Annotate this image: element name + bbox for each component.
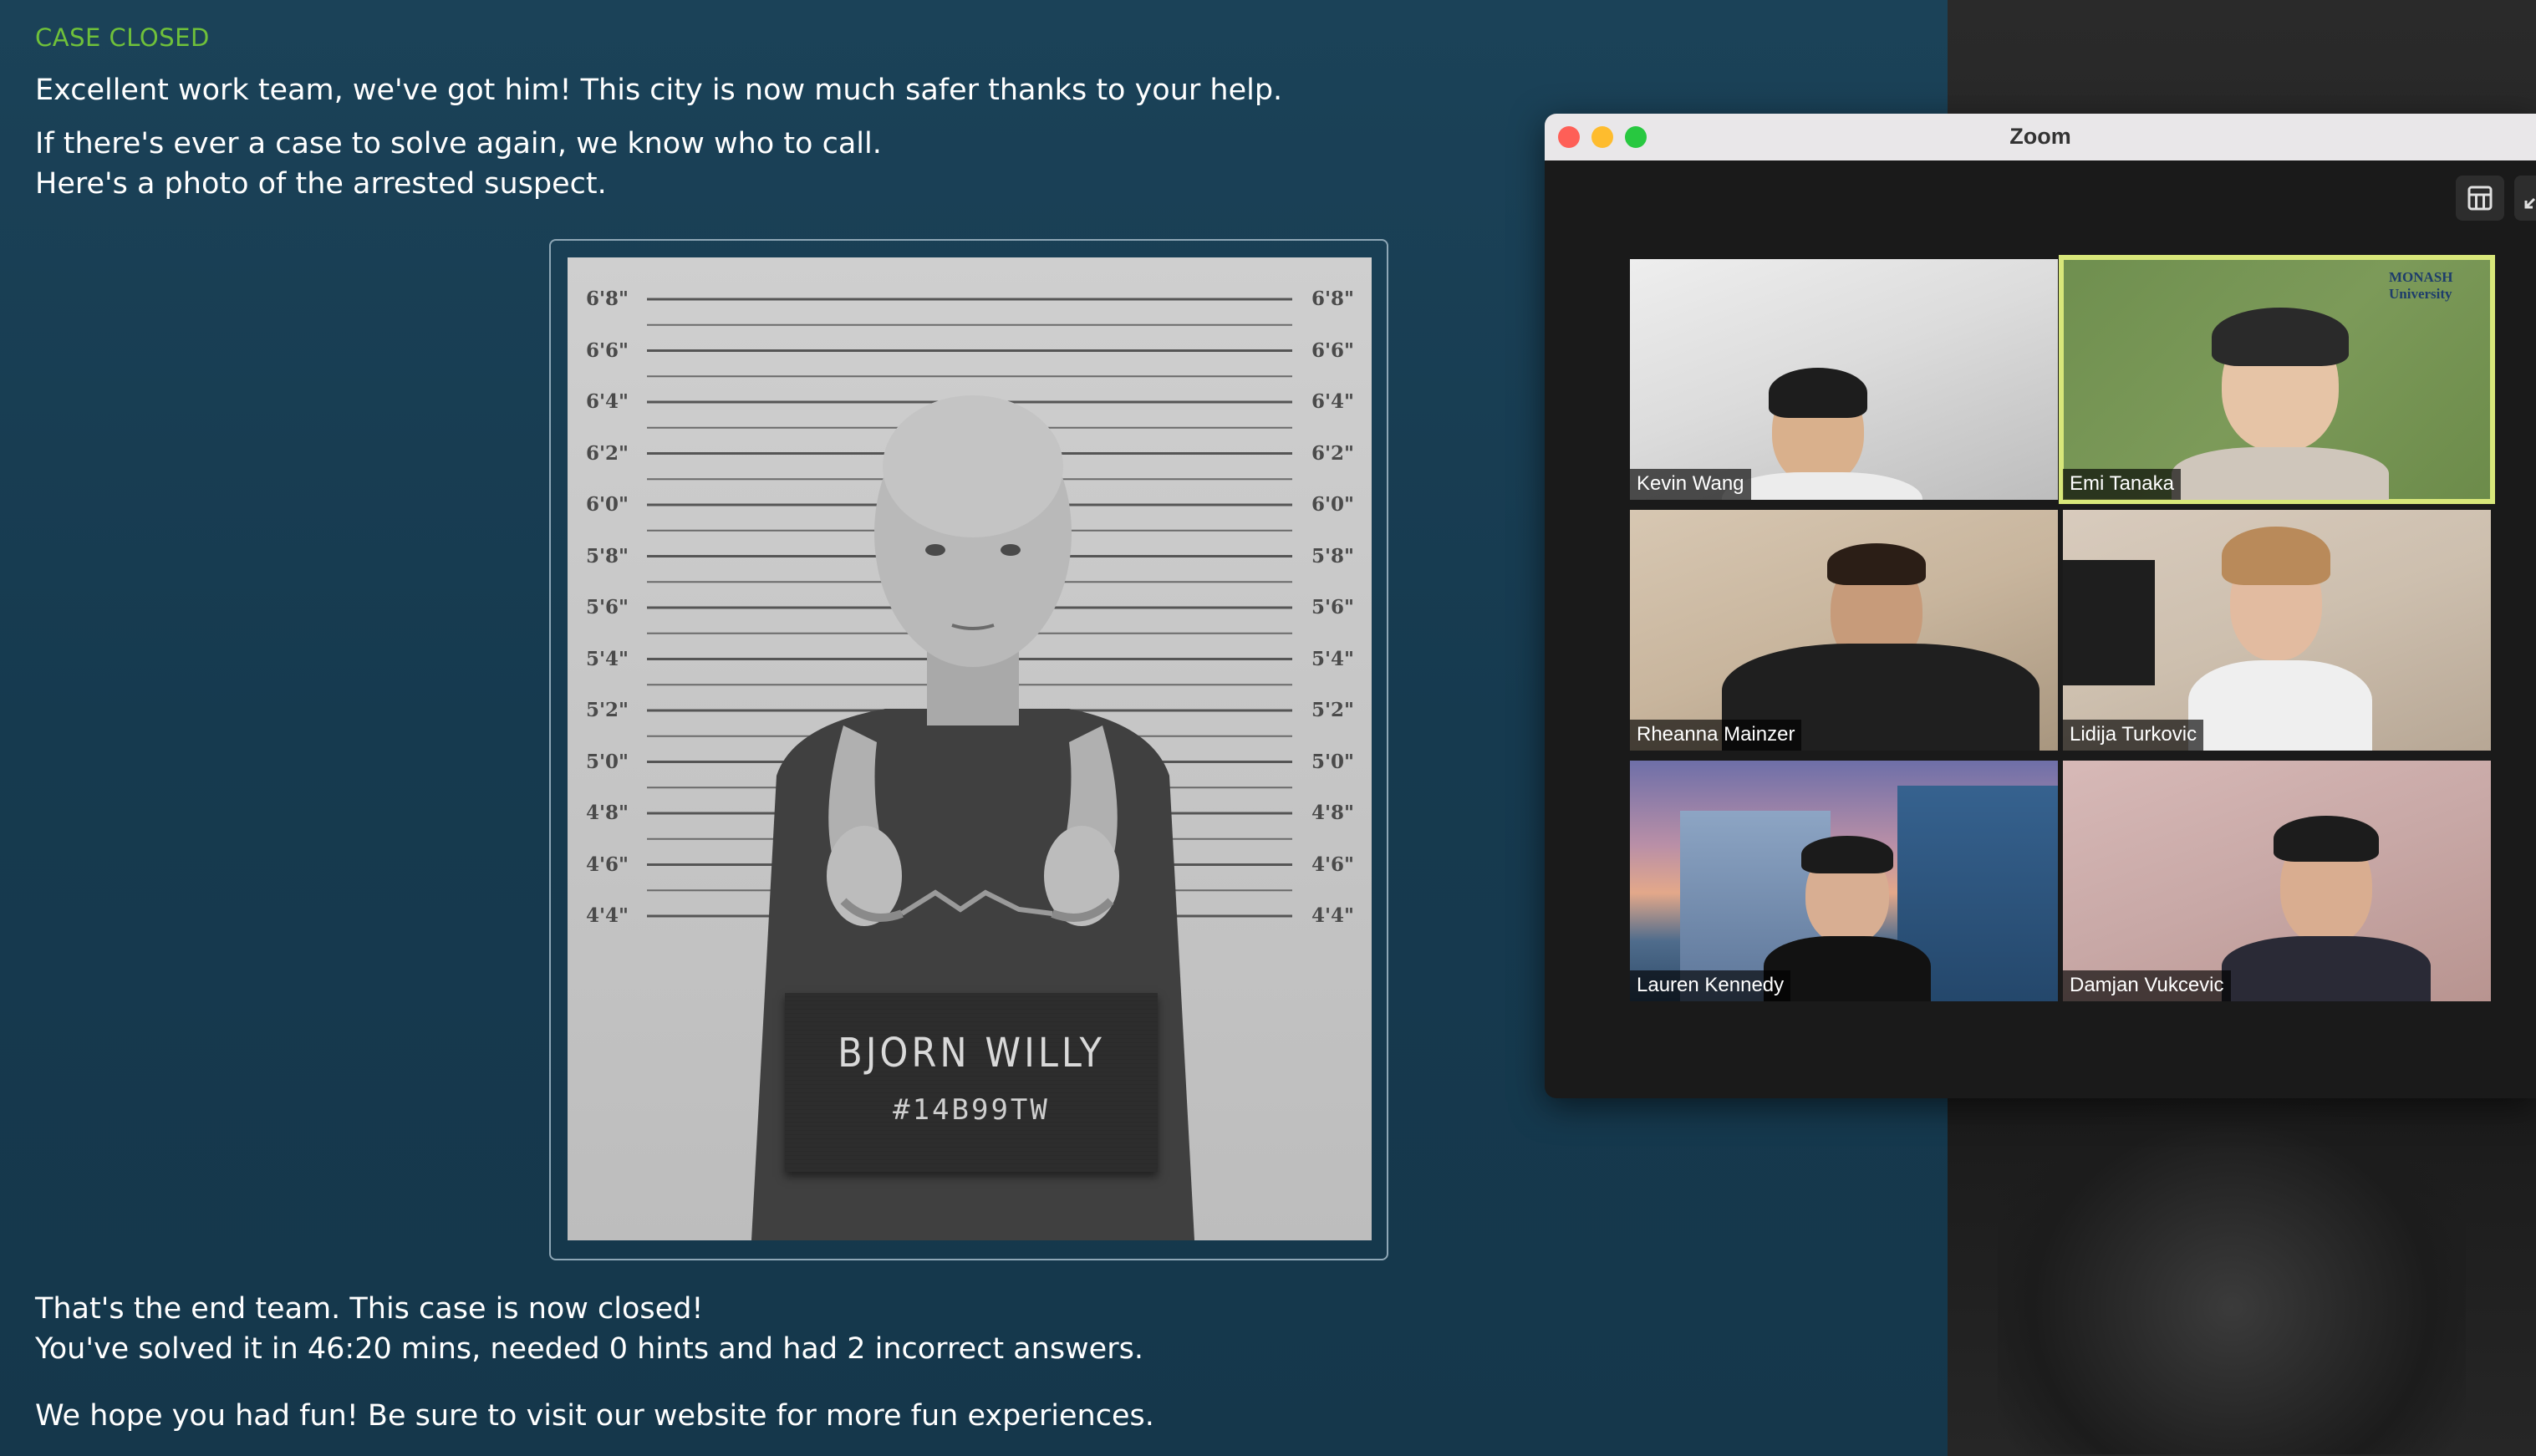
zoom-window[interactable]: Zoom Kevin Wang MONASH University Emi Ta…	[1545, 114, 2536, 1098]
fun-message: We hope you had fun! Be sure to visit ou…	[35, 1399, 1154, 1433]
participant-hair	[2212, 308, 2349, 366]
grid-icon	[2467, 186, 2493, 211]
zoom-window-title: Zoom	[2009, 124, 2071, 149]
video-tile-lauren-kennedy[interactable]: Lauren Kennedy	[1630, 761, 2058, 1001]
participant-shirt	[2172, 447, 2389, 500]
participant-name: Emi Tanaka	[2063, 469, 2181, 500]
zoom-titlebar[interactable]: Zoom	[1545, 114, 2536, 160]
participant-hair	[2222, 527, 2330, 585]
suspect-id: #14B99TW	[893, 1093, 1050, 1127]
participant-hair	[1827, 543, 1926, 585]
photo-message: Here's a photo of the arrested suspect.	[35, 167, 607, 201]
participant-name: Rheanna Mainzer	[1630, 720, 1802, 751]
suspect-name: BJORN WILLY	[838, 1030, 1105, 1077]
mugshot-photo: 6'8" 6'8" 6'6" 6'6" 6'4" 6'4" 6'2" 6'2" 6'0" 6'0"…	[568, 257, 1372, 1240]
monash-logo: MONASH University	[2389, 269, 2453, 302]
end-message: That's the end team. This case is now cl…	[35, 1292, 704, 1326]
call-message: If there's ever a case to solve again, w…	[35, 127, 882, 160]
monitor	[2063, 560, 2155, 685]
participant-hair	[1769, 368, 1867, 418]
video-tile-kevin-wang[interactable]: Kevin Wang	[1630, 259, 2058, 500]
case-status-label: CASE CLOSED	[35, 23, 210, 52]
participant-shirt	[2188, 660, 2372, 751]
stats-message: You've solved it in 46:20 mins, needed 0…	[35, 1332, 1143, 1366]
shrink-icon	[2524, 197, 2536, 209]
mugshot-frame: 6'8" 6'8" 6'6" 6'6" 6'4" 6'4" 6'2" 6'2" 6'0" 6'0"…	[549, 239, 1388, 1260]
video-tile-emi-tanaka[interactable]: MONASH University Emi Tanaka	[2059, 255, 2495, 504]
participant-headphones	[2274, 816, 2379, 862]
gallery-view-button[interactable]	[2456, 176, 2504, 221]
participant-hair	[1801, 836, 1893, 873]
video-tile-lidija-turkovic[interactable]: Lidija Turkovic	[2063, 510, 2491, 751]
intro-message: Excellent work team, we've got him! This…	[35, 74, 1283, 107]
name-placard: BJORN WILLY #14B99TW	[785, 993, 1158, 1172]
participant-name: Damjan Vukcevic	[2063, 970, 2231, 1001]
participant-name: Lidija Turkovic	[2063, 720, 2204, 751]
participant-shirt	[1722, 472, 1922, 500]
escape-room-page: CASE CLOSED Excellent work team, we've g…	[0, 0, 2536, 1456]
video-tile-damjan-vukcevic[interactable]: Damjan Vukcevic	[2063, 761, 2491, 1001]
exit-fullscreen-button[interactable]	[2514, 176, 2536, 221]
participant-shirt	[2222, 936, 2431, 1001]
video-tile-rheanna-mainzer[interactable]: Rheanna Mainzer	[1630, 510, 2058, 751]
participant-name: Kevin Wang	[1630, 469, 1751, 500]
participant-name: Lauren Kennedy	[1630, 970, 1791, 1001]
